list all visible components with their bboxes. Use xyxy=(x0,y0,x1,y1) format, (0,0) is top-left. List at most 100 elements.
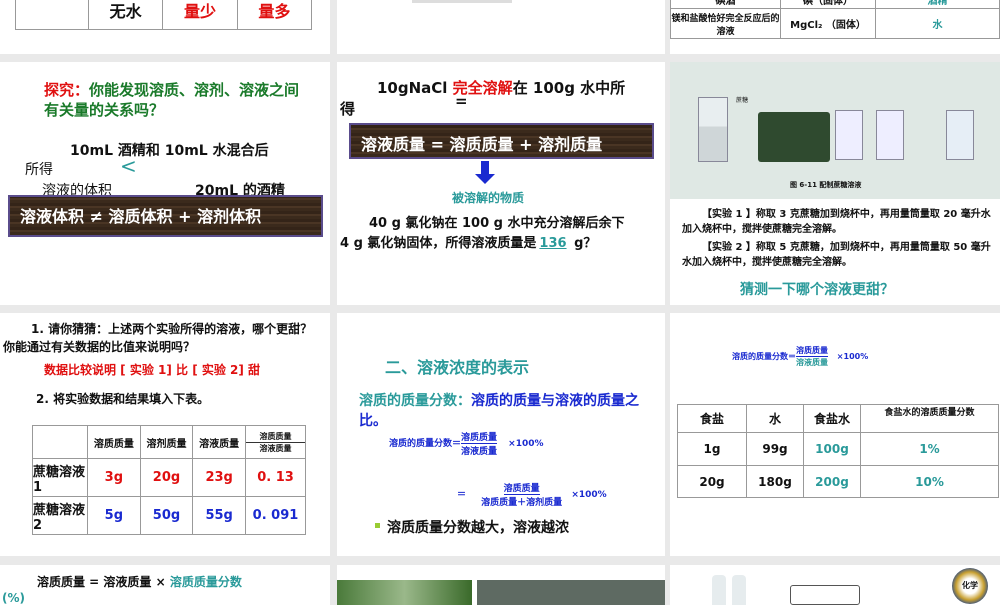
bottle-image xyxy=(732,575,746,605)
slide-thumbnail-12[interactable]: 化学 xyxy=(670,565,1000,605)
t: g？ xyxy=(569,236,597,251)
cell: 溶质质量 xyxy=(87,425,141,459)
data-table: 溶质质量 溶剂质量 溶液质量 溶质质量 溶液质量 蔗糖溶液 1 3g 20g 23g 0. 13… xyxy=(32,425,306,535)
label: 被溶解的物质 xyxy=(452,191,525,205)
slide-thumbnail-6[interactable]: 蔗糖 图 6-11 配制蔗糖溶液 【实验 1 】称取 3 克蔗糖加到烧杯中，再用… xyxy=(670,62,1000,305)
solubility-table: 无水 量少 量多 xyxy=(15,0,313,30)
text: 10gNaCl 完全溶解在 100g 水中所 xyxy=(377,77,625,98)
balance-image xyxy=(758,112,830,162)
cell: 20g xyxy=(139,458,194,497)
cell: 镁和盐酸恰好完全反应后的溶液 xyxy=(670,8,781,39)
text: 10mL 酒精和 10mL 水混合后 xyxy=(70,143,269,159)
text: 【实验 1 】称取 3 克蔗糖加到烧杯中，再用量筒量取 20 毫升水加入烧杯中，… xyxy=(682,209,991,235)
cell: 碘（固体） xyxy=(780,0,876,9)
label: 探究： xyxy=(44,81,90,99)
cell: 水 xyxy=(875,8,1000,39)
text: (%) xyxy=(2,591,25,605)
cell: 0. 091 xyxy=(245,496,306,535)
t: 溶液质量 xyxy=(796,358,828,367)
cell: 蔗糖溶液 1 xyxy=(32,458,88,497)
answer: 136 xyxy=(539,236,567,251)
ratio-bottom: 溶液质量 xyxy=(259,443,292,453)
cell: 量少 xyxy=(162,0,238,30)
text: 【实验 2 】称取 5 克蔗糖，加到烧杯中，再用量筒量取 50 毫升水加入烧杯中… xyxy=(682,242,991,268)
cell: 55g xyxy=(192,496,247,535)
answer: 数据比较说明 [ 实验 1] 比 [ 实验 2] 甜 xyxy=(44,363,261,377)
cell: 水 xyxy=(746,404,804,433)
formula-1: 溶质的质量分数＝ 溶质质量 溶液质量 ×100% xyxy=(389,430,544,457)
beaker-image xyxy=(946,110,974,160)
bottle-image xyxy=(712,575,726,605)
cell: 1g xyxy=(677,432,747,466)
cell: 无水 xyxy=(87,0,164,30)
cell: 1% xyxy=(860,432,999,466)
t: 10gNaCl xyxy=(377,79,453,97)
label-card-image xyxy=(790,585,860,605)
slide-thumbnail-1[interactable]: 无水 量少 量多 xyxy=(0,0,330,54)
slide-thumbnail-2[interactable] xyxy=(337,0,665,54)
slide-thumbnail-9[interactable]: 溶质的质量分数＝ 溶质质量 溶液质量 ×100% 食盐水食盐水 食盐水的溶质质量分数 … xyxy=(670,313,1000,556)
cell: 蔗糖溶液 2 xyxy=(32,496,88,535)
t: 溶质质量 = 溶液质量 × xyxy=(37,575,170,589)
t: 溶质质量 xyxy=(503,481,540,495)
text: 2. 将实验数据和结果填入下表。 xyxy=(36,392,210,406)
text: 得 xyxy=(340,100,356,118)
title: 猜测一下哪个溶液更甜？ xyxy=(740,282,894,298)
t: 溶质质量分数 xyxy=(169,575,242,589)
cell: 99g xyxy=(746,432,804,466)
cell: 180g xyxy=(746,465,804,498)
cell: MgCl₂ （固体） xyxy=(780,8,876,39)
ratio-top: 溶质质量 xyxy=(246,431,305,443)
label: 蔗糖 xyxy=(736,97,749,104)
landscape-photo xyxy=(477,580,665,605)
solution-table: 碘酒 碘（固体） 酒精 镁和盐酸恰好完全反应后的溶液 MgCl₂ （固体）水 xyxy=(670,0,1000,39)
cell: 酒精 xyxy=(875,0,1000,9)
salt-table: 食盐水食盐水 食盐水的溶质质量分数 1g 99g 100g 1% 20g 180g 200g… xyxy=(677,404,999,498)
t: 溶质质量 xyxy=(796,346,828,357)
text: 40 g 氯化钠在 100 g 水中充分溶解后余下 xyxy=(369,216,625,231)
cell: 50g xyxy=(139,496,194,535)
cell: 100g xyxy=(803,432,861,466)
definition: 溶质的质量分数：溶质的质量与溶液的质量之比。 xyxy=(359,391,649,431)
t: ×100% xyxy=(508,439,544,449)
cell: 碘酒 xyxy=(670,0,781,9)
slide-thumbnail-3[interactable]: 碘酒 碘（固体） 酒精 镁和盐酸恰好完全反应后的溶液 MgCl₂ （固体）水 xyxy=(670,0,1000,54)
bullet-icon xyxy=(375,523,380,528)
cell: 食盐水的溶质质量分数 xyxy=(860,404,999,433)
slide-thumbnail-8[interactable]: 二、溶液浓度的表示 溶质的质量分数：溶质的质量与溶液的质量之比。 溶质的质量分数… xyxy=(337,313,665,556)
caption: 图 6-11 配制蔗糖溶液 xyxy=(790,181,862,189)
banner: 溶液体积 ≠ 溶质体积 + 溶剂体积 xyxy=(8,195,323,237)
formula-2: ＝ 溶质质量 溶质质量＋溶剂质量 ×100% xyxy=(457,481,607,508)
experiment-illustration: 蔗糖 图 6-11 配制蔗糖溶液 xyxy=(670,62,1000,199)
t: 溶质质量 xyxy=(461,430,498,444)
jar-image xyxy=(698,97,728,162)
chemistry-logo: 化学 xyxy=(952,568,988,604)
t: 4 g 氯化钠固体，所得溶液质量是 xyxy=(340,236,537,251)
t: ×100% xyxy=(836,352,869,361)
text: 1. 请你猜猜：上述两个实验所得的溶液，哪个更甜？你能通过有关数据的比值来说明吗… xyxy=(3,322,313,354)
formula: 溶质质量 = 溶液质量 × 溶质质量分数 xyxy=(37,573,242,590)
text: 4 g 氯化钠固体，所得溶液质量是 136 g？ xyxy=(340,232,596,251)
question-text: 探究：你能发现溶质、溶剂、溶液之间有关量的关系吗？ xyxy=(44,80,314,120)
text: = xyxy=(455,92,468,110)
slide-thumbnail-10[interactable]: 溶质质量 = 溶液质量 × 溶质质量分数 (%) xyxy=(0,565,330,605)
cell: 200g xyxy=(803,465,861,498)
t: ＝ xyxy=(457,490,467,500)
slide-thumbnail-11[interactable] xyxy=(337,565,665,605)
beaker-image xyxy=(835,110,863,160)
title: 二、溶液浓度的表示 xyxy=(385,358,530,377)
slide-thumbnail-4[interactable]: 探究：你能发现溶质、溶剂、溶液之间有关量的关系吗？ 10mL 酒精和 10mL … xyxy=(0,62,330,305)
slide-thumbnail-7[interactable]: 1. 请你猜猜：上述两个实验所得的溶液，哪个更甜？你能通过有关数据的比值来说明吗… xyxy=(0,313,330,556)
slide-thumbnail-5[interactable]: 10gNaCl 完全溶解在 100g 水中所 得 = 溶液质量 = 溶质质量 +… xyxy=(337,62,665,305)
cell: 溶剂质量 xyxy=(139,425,194,459)
cell: 0. 13 xyxy=(245,458,306,497)
cell: 23g xyxy=(192,458,247,497)
t: 溶质质量＋溶剂质量 xyxy=(481,498,563,508)
cell: 食盐 xyxy=(677,404,747,433)
beaker-image xyxy=(876,110,904,160)
cell: 5g xyxy=(87,496,141,535)
bullet-text: 溶质质量分数越大，溶液越浓 xyxy=(387,520,569,536)
cell: 食盐水 xyxy=(803,404,861,433)
t: 溶液质量 xyxy=(461,447,498,457)
t: 溶质的质量分数： xyxy=(359,393,471,409)
